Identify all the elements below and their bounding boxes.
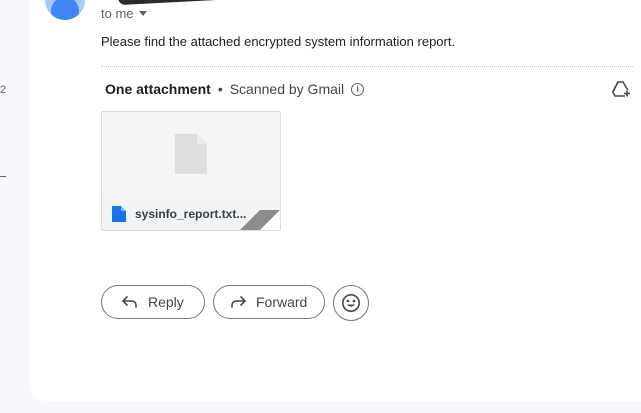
forward-label: Forward <box>256 294 308 310</box>
scan-status: Scanned by Gmail <box>229 81 345 97</box>
add-to-drive-icon[interactable] <box>612 80 632 98</box>
page-fold-corner <box>240 210 280 230</box>
message-body: Please find the attached encrypted syste… <box>101 34 456 49</box>
left-edge-panel: 2 <box>0 0 30 413</box>
emoji-reaction-button[interactable] <box>333 285 369 321</box>
avatar-body-shape <box>51 0 79 20</box>
reply-label: Reply <box>148 294 184 310</box>
file-preview-icon <box>175 134 207 174</box>
doc-icon <box>112 206 126 222</box>
forward-icon <box>231 296 246 308</box>
attachments-divider <box>101 66 633 67</box>
attachments-title: One attachment <box>105 81 211 97</box>
reply-button[interactable]: Reply <box>101 285 205 319</box>
info-icon[interactable]: i <box>351 82 365 96</box>
header-separator: • <box>217 81 223 97</box>
recipient-details-toggle[interactable]: to me <box>101 6 147 21</box>
attachments-header: One attachment • Scanned by Gmail i <box>105 81 365 97</box>
smiley-icon <box>342 294 360 312</box>
attachment-card[interactable]: sysinfo_report.txt... <box>101 111 281 231</box>
reply-icon <box>122 296 137 308</box>
recipient-label: to me <box>101 6 134 21</box>
attachment-filename: sysinfo_report.txt... <box>135 207 247 221</box>
left-edge-divider <box>0 176 6 177</box>
left-edge-count: 2 <box>0 84 7 96</box>
chevron-down-icon <box>138 11 147 16</box>
forward-button[interactable]: Forward <box>213 285 325 319</box>
